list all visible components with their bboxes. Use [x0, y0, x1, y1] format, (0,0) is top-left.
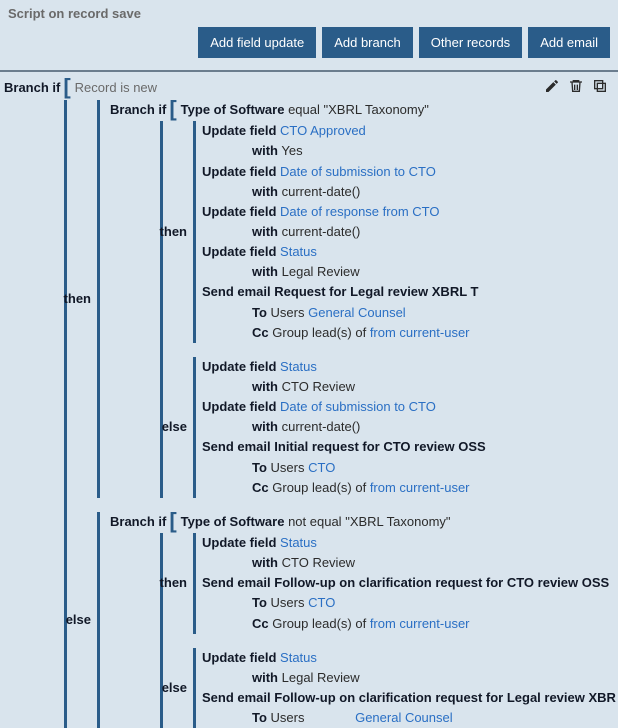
else-block: Update field Status with CTO Review Upda… [193, 357, 614, 498]
then-label: then [163, 222, 193, 242]
send-email-action[interactable]: Send email Initial request for CTO revie… [202, 437, 614, 457]
update-field-action[interactable]: Update field Date of submission to CTO [202, 162, 614, 182]
bracket-icon: [ [60, 78, 74, 96]
edit-icon[interactable] [544, 78, 560, 94]
divider [0, 70, 618, 72]
branch-if-label: Branch if [110, 512, 166, 532]
then-block: Update field CTO Approved with Yes Updat… [193, 121, 614, 343]
add-email-button[interactable]: Add email [528, 27, 610, 58]
cond-value: "XBRL Taxonomy" [345, 514, 450, 529]
update-field-action[interactable]: Update field Date of submission to CTO [202, 397, 614, 417]
script-tree: Branch if [ Record is new then Branch if [0, 78, 618, 728]
branch-row-then[interactable]: Branch if [ Type of Software equal "XBRL… [110, 100, 614, 120]
update-field-action[interactable]: Update field Status [202, 357, 614, 377]
else-block: Update field Status with Legal Review Se… [193, 648, 616, 728]
else-label: else [163, 417, 193, 437]
else-label: else [163, 678, 193, 698]
branch-root-row[interactable]: Branch if [ Record is new [4, 78, 614, 98]
send-email-action[interactable]: Send email Follow-up on clarification re… [202, 688, 616, 708]
update-field-action[interactable]: Update field Status [202, 533, 616, 553]
cond-op: equal [288, 102, 320, 117]
else-label-outer: else [67, 610, 97, 630]
other-records-button[interactable]: Other records [419, 27, 522, 58]
bracket-icon: [ [166, 100, 180, 118]
update-field-action[interactable]: Update field Status [202, 242, 614, 262]
send-email-action[interactable]: Send email Follow-up on clarification re… [202, 573, 616, 593]
add-field-update-button[interactable]: Add field update [198, 27, 316, 58]
add-branch-button[interactable]: Add branch [322, 27, 413, 58]
cond-field: Type of Software [181, 514, 285, 529]
cond-op: not equal [288, 514, 342, 529]
update-field-action[interactable]: Update field Status [202, 648, 616, 668]
then-label-outer: then [67, 289, 97, 309]
then-label: then [163, 573, 193, 593]
branch-condition: Record is new [75, 78, 157, 98]
cond-value: "XBRL Taxonomy" [324, 102, 429, 117]
branch-if-label: Branch if [110, 100, 166, 120]
cond-field: Type of Software [181, 102, 285, 117]
send-email-action[interactable]: Send email Request for Legal review XBRL… [202, 282, 614, 302]
then-block: Update field Status with CTO Review Send… [193, 533, 616, 634]
toolbar: Add field update Add branch Other record… [8, 27, 610, 58]
page-title: Script on record save [8, 6, 610, 21]
root-children: then Branch if [ Type of Software equal … [64, 100, 614, 728]
delete-icon[interactable] [568, 78, 584, 94]
branch-if-label: Branch if [4, 78, 60, 98]
bracket-icon: [ [166, 512, 180, 530]
header-bar: Script on record save Add field update A… [0, 0, 618, 66]
branch-row-else[interactable]: Branch if [ Type of Software not equal "… [110, 512, 616, 532]
update-field-action[interactable]: Update field CTO Approved [202, 121, 614, 141]
update-field-action[interactable]: Update field Date of response from CTO [202, 202, 614, 222]
copy-icon[interactable] [592, 78, 608, 94]
